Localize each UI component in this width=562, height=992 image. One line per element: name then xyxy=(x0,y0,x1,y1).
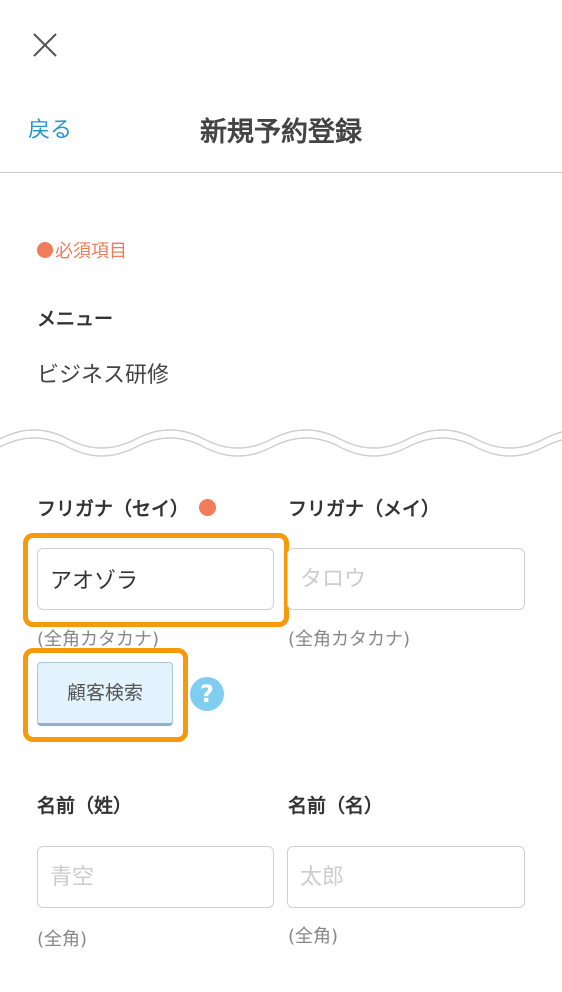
furigana-mei-hint: (全角カタカナ) xyxy=(288,629,411,650)
last-name-hint: (全角) xyxy=(37,929,88,950)
first-name-input[interactable] xyxy=(287,846,525,908)
required-note-text: 必須項目 xyxy=(55,241,127,262)
last-name-input[interactable] xyxy=(37,846,274,908)
page-title: 新規予約登録 xyxy=(200,117,362,148)
header-divider xyxy=(0,172,562,173)
help-icon[interactable]: ? xyxy=(190,677,224,711)
last-name-label: 名前（姓） xyxy=(37,795,133,817)
required-dot-icon xyxy=(37,242,53,258)
furigana-mei-label: フリガナ（メイ） xyxy=(288,498,441,520)
furigana-sei-label: フリガナ（セイ） xyxy=(37,494,217,521)
menu-label: メニュー xyxy=(37,308,114,330)
reservation-form-page: 戻る 新規予約登録 必須項目 メニュー ビジネス研修 フリガナ（セイ） (全角カ… xyxy=(0,0,562,992)
furigana-sei-input[interactable] xyxy=(37,548,274,610)
menu-value: ビジネス研修 xyxy=(37,363,170,388)
header: 戻る 新規予約登録 xyxy=(0,90,562,174)
required-dot-icon xyxy=(199,499,217,516)
first-name-label: 名前（名） xyxy=(288,795,384,817)
wave-divider xyxy=(0,429,562,457)
close-icon[interactable] xyxy=(27,27,63,63)
customer-search-button[interactable]: 顧客検索 xyxy=(37,662,173,726)
required-note: 必須項目 xyxy=(37,237,127,263)
furigana-sei-label-text: フリガナ（セイ） xyxy=(37,498,190,520)
furigana-mei-input[interactable] xyxy=(287,548,525,610)
first-name-hint: (全角) xyxy=(288,926,339,947)
